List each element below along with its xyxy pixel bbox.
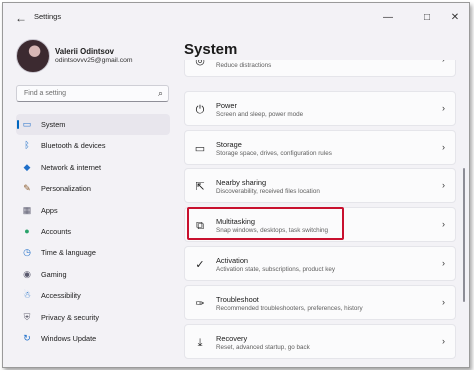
page-title: System (184, 41, 238, 58)
active-indicator (17, 120, 19, 129)
sidebar-item-network-internet[interactable]: ◆ Network & internet (16, 157, 170, 178)
chevron-right-icon: › (442, 258, 445, 268)
sidebar-item-apps[interactable]: ▦ Apps (16, 200, 170, 221)
card-subtitle: Discoverability, received files location (216, 188, 320, 195)
sidebar-item-label: Bluetooth & devices (41, 141, 106, 151)
chevron-right-icon: › (442, 297, 445, 307)
time-language-icon: ◷ (23, 247, 31, 258)
accessibility-icon: ☃ (22, 290, 32, 301)
chevron-right-icon: › (442, 103, 445, 113)
card-subtitle: Storage space, drives, configuration rul… (216, 150, 332, 157)
sidebar-item-label: Accessibility (41, 291, 81, 301)
sidebar-item-label: Time & language (41, 248, 96, 258)
chevron-right-icon: › (442, 336, 445, 346)
sidebar-item-privacy-security[interactable]: ⛨ Privacy & security (16, 307, 170, 328)
card-recovery[interactable]: ⤓ Recovery Reset, advanced startup, go bac… (184, 324, 456, 359)
card-focus[interactable]: ◎ FocusReduce distractions › (184, 60, 456, 77)
sidebar-item-label: Privacy & security (41, 312, 99, 322)
search-placeholder: Find a setting (24, 90, 67, 97)
privacy-shield-icon: ⛨ (23, 311, 31, 322)
troubleshoot-icon: ✑ (195, 298, 205, 310)
chevron-right-icon: › (442, 219, 445, 229)
activation-icon: ✓ (195, 259, 205, 271)
chevron-right-icon: › (442, 142, 445, 152)
window-title: Settings (34, 12, 62, 21)
sidebar-item-label: Accounts (41, 226, 72, 236)
card-nearby-sharing[interactable]: ⇱ Nearby sharing Discoverability, received… (184, 168, 456, 203)
card-subtitle: Recommended troubleshooters, preferences… (216, 305, 363, 312)
profile-name: Valerii Odintsov (55, 47, 114, 56)
scrollbar[interactable] (463, 168, 465, 302)
card-subtitle: Screen and sleep, power mode (216, 111, 304, 118)
sidebar-item-label: Apps (41, 205, 58, 215)
sidebar-item-label: Gaming (41, 269, 67, 279)
system-icon: ▭ (22, 119, 32, 129)
card-title: Recovery (216, 334, 248, 343)
sidebar-item-label: Network & internet (41, 162, 102, 172)
personalization-icon: ✎ (23, 183, 31, 194)
card-subtitle: Reduce distractions (216, 62, 272, 69)
sidebar-item-label: Windows Update (41, 333, 97, 343)
card-activation[interactable]: ✓ Activation Activation state, subscriptio… (184, 246, 456, 281)
network-icon: ◆ (23, 161, 31, 172)
title-bar: ← Settings — □ ✕ (3, 3, 469, 33)
gaming-icon: ◉ (23, 268, 31, 279)
search-input[interactable]: Find a setting ⌕ (16, 85, 169, 102)
sidebar-item-accessibility[interactable]: ☃ Accessibility (16, 285, 170, 306)
card-title: Activation (216, 256, 249, 265)
storage-icon: ▭ (194, 143, 206, 155)
card-title: Troubleshoot (216, 295, 259, 304)
sidebar-item-gaming[interactable]: ◉ Gaming (16, 264, 170, 285)
back-arrow-icon[interactable]: ← (13, 11, 29, 25)
card-title: Focus (216, 60, 236, 61)
windows-update-icon: ↻ (23, 332, 31, 343)
card-title: Nearby sharing (216, 178, 267, 187)
card-power[interactable]: ⏻ Power Screen and sleep, power mode › (184, 91, 456, 126)
sidebar-item-time-language[interactable]: ◷ Time & language (16, 242, 170, 263)
multitasking-highlight-box (187, 207, 344, 240)
sidebar-item-label: Personalization (41, 184, 91, 194)
nearby-sharing-icon: ⇱ (195, 181, 205, 193)
maximize-icon[interactable]: □ (420, 11, 434, 25)
sidebar-item-system[interactable]: ▭ System (16, 114, 170, 136)
sidebar-item-windows-update[interactable]: ↻ Windows Update (16, 328, 170, 349)
sidebar-item-personalization[interactable]: ✎ Personalization (16, 178, 170, 199)
sidebar-item-label: System (41, 120, 66, 129)
avatar[interactable] (16, 39, 50, 73)
accounts-icon: ● (24, 225, 30, 236)
power-icon: ⏻ (195, 104, 205, 116)
chevron-right-icon: › (442, 180, 445, 190)
card-title: Power (216, 101, 237, 110)
focus-icon: ◎ (195, 60, 205, 67)
chevron-right-icon: › (442, 60, 445, 64)
sidebar-item-accounts[interactable]: ● Accounts (16, 221, 170, 242)
search-icon[interactable]: ⌕ (158, 88, 163, 99)
card-title: Storage (216, 140, 242, 149)
bluetooth-icon: ᛒ (24, 140, 30, 151)
minimize-icon[interactable]: — (381, 11, 395, 25)
card-troubleshoot[interactable]: ✑ Troubleshoot Recommended troubleshooters… (184, 285, 456, 320)
sidebar-nav: ▭ System ᛒ Bluetooth & devices ◆ Network & in… (16, 114, 170, 349)
card-subtitle: Reset, advanced startup, go back (216, 344, 310, 351)
profile-email: odintsovvv25@gmail.com (55, 57, 133, 64)
sidebar-item-bluetooth-devices[interactable]: ᛒ Bluetooth & devices (16, 135, 170, 156)
settings-window: ← Settings — □ ✕ Valerii Odintsov odints… (2, 2, 470, 368)
apps-icon: ▦ (22, 204, 32, 215)
card-subtitle: Activation state, subscriptions, product… (216, 266, 335, 273)
close-icon[interactable]: ✕ (448, 11, 462, 25)
screenshot-frame: ← Settings — □ ✕ Valerii Odintsov odints… (0, 0, 474, 370)
card-storage[interactable]: ▭ Storage Storage space, drives, configura… (184, 130, 456, 165)
recovery-icon: ⤓ (197, 337, 203, 349)
